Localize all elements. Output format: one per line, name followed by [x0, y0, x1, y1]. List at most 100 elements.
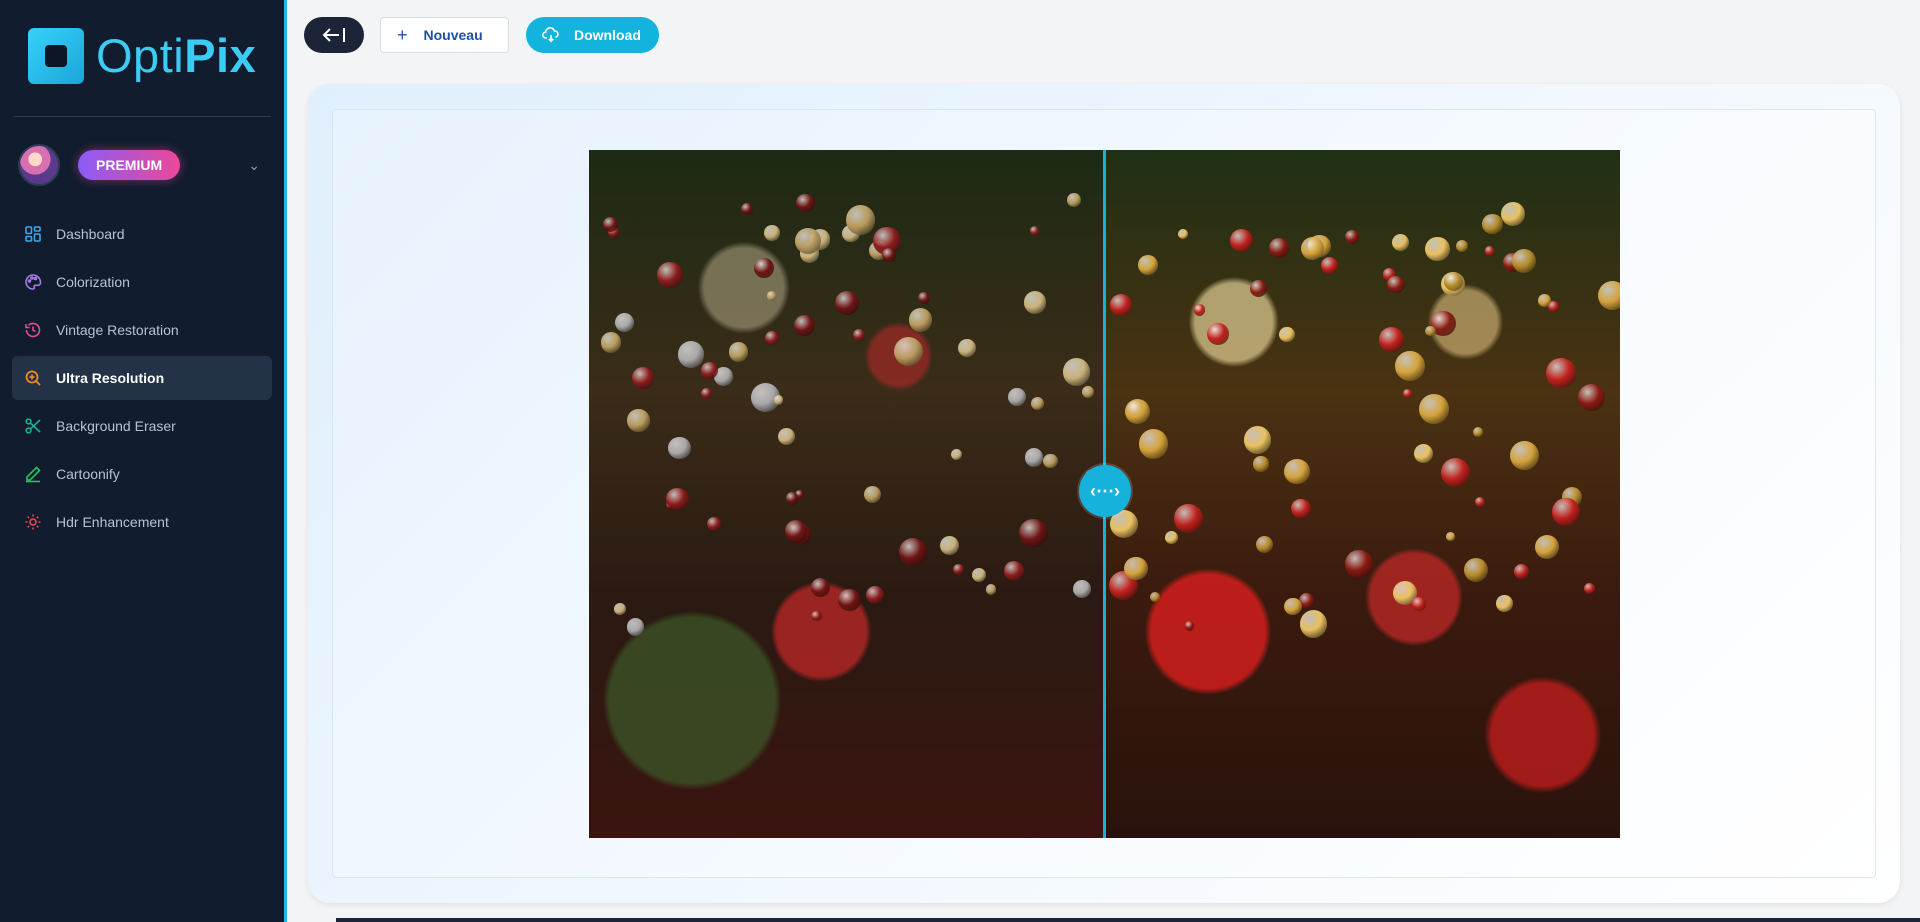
ornament-shape [950, 448, 962, 460]
ornament-shape [794, 315, 816, 337]
ornament-shape [1514, 564, 1530, 580]
sidebar-item-ultra-resolution[interactable]: Ultra Resolution [12, 356, 272, 400]
ornament-shape [773, 395, 783, 405]
brand-name-bold: Pix [184, 29, 257, 82]
sidebar-item-label: Background Eraser [56, 418, 176, 434]
ornament-shape [1207, 323, 1230, 345]
ornament-shape [1345, 550, 1373, 578]
ornament-shape [1402, 389, 1412, 398]
ornament-shape [1425, 236, 1450, 262]
ornament-shape [838, 588, 861, 612]
ornament-shape [1414, 443, 1434, 463]
ornament-shape [1445, 531, 1455, 541]
sidebar-item-label: Cartoonify [56, 466, 120, 482]
ornament-shape [958, 338, 977, 357]
ornament-shape [1495, 594, 1513, 612]
ornament-shape [1125, 399, 1151, 425]
download-button[interactable]: Download [526, 17, 659, 53]
sidebar-item-label: Ultra Resolution [56, 370, 165, 386]
ornament-shape [1062, 358, 1091, 386]
app-name: OptiPix [96, 28, 256, 84]
ornament-shape [777, 427, 796, 446]
brand-name-light: Opti [96, 29, 185, 82]
ornament-shape [614, 603, 626, 616]
ornament-shape [700, 361, 718, 379]
ornament-shape [1109, 293, 1133, 317]
before-image [589, 150, 1105, 838]
ornament-shape [953, 564, 965, 576]
ornament-shape [795, 227, 821, 254]
ornament-shape [908, 307, 933, 332]
sidebar-item-colorization[interactable]: Colorization [12, 260, 272, 304]
pen-icon [24, 465, 42, 483]
sidebar-edge [284, 0, 287, 922]
ornament-shape [1025, 448, 1044, 467]
new-button-label: Nouveau [423, 27, 483, 43]
ornament-shape [1284, 459, 1310, 485]
ornament-shape [811, 610, 822, 622]
ornament-shape [754, 257, 775, 278]
ornament-shape [1029, 226, 1040, 237]
ornament-shape [1023, 291, 1047, 314]
sidebar-item-dashboard[interactable]: Dashboard [12, 212, 272, 256]
ornament-shape [972, 567, 987, 582]
ornament-shape [881, 248, 896, 263]
ornament-shape [707, 516, 722, 531]
logo-mark-icon [28, 28, 84, 84]
app-logo[interactable]: OptiPix [28, 28, 256, 84]
sidebar-item-cartoonify[interactable]: Cartoonify [12, 452, 272, 496]
sidebar-item-label: Hdr Enhancement [56, 514, 169, 530]
sun-icon [24, 513, 42, 531]
history-icon [24, 321, 42, 339]
ornament-shape [917, 292, 930, 305]
ornament-shape [1395, 351, 1425, 382]
sidebar-item-vintage-restoration[interactable]: Vintage Restoration [12, 308, 272, 352]
collapse-sidebar-button[interactable] [304, 17, 364, 53]
ornament-shape [1243, 426, 1272, 454]
cloud-download-icon [542, 27, 559, 43]
arrows-horizontal-icon: ‹⋯› [1090, 480, 1120, 501]
ornament-shape [678, 341, 705, 368]
ornament-shape [764, 225, 780, 241]
ornament-shape [1484, 246, 1494, 256]
ornament-shape [1250, 279, 1267, 297]
ornament-shape [615, 313, 634, 332]
sidebar-item-background-eraser[interactable]: Background Eraser [12, 404, 272, 448]
ornament-shape [1031, 397, 1045, 411]
ornament-shape [1473, 426, 1484, 437]
grid-icon [24, 225, 42, 243]
zoom-in-icon [24, 369, 42, 387]
ornament-shape [1124, 556, 1148, 580]
ornament-shape [985, 584, 997, 596]
ornament-shape [1412, 597, 1426, 611]
comparison-slider-handle[interactable]: ‹⋯› [1079, 465, 1131, 517]
before-after-comparison[interactable]: ‹⋯› [589, 150, 1620, 838]
ornament-shape [1256, 535, 1274, 553]
ornament-shape [765, 331, 780, 346]
ornament-shape [1268, 237, 1290, 258]
user-menu[interactable]: PREMIUM ⌄ [18, 143, 268, 187]
ornament-shape [632, 367, 654, 390]
avatar[interactable] [18, 144, 60, 186]
ornament-shape [1392, 233, 1410, 251]
ornament-shape [1475, 496, 1486, 508]
after-image [1105, 150, 1620, 838]
ornament-shape [1344, 229, 1360, 244]
ornament-shape [1482, 214, 1503, 235]
ornament-shape [1537, 294, 1551, 307]
ornament-shape [1387, 275, 1405, 294]
ornament-shape [1418, 394, 1449, 425]
premium-badge: PREMIUM [78, 150, 181, 180]
ornament-shape [893, 336, 923, 366]
ornament-shape [865, 586, 884, 605]
ornament-shape [1184, 621, 1195, 631]
ornament-shape [1177, 229, 1188, 240]
chevron-down-icon[interactable]: ⌄ [248, 157, 260, 174]
ornament-shape [1379, 327, 1405, 353]
ornament-shape [1425, 325, 1436, 337]
new-button[interactable]: + Nouveau [380, 17, 509, 53]
ornament-shape [1597, 280, 1620, 311]
ornament-shape [784, 520, 808, 543]
sidebar-item-hdr-enhancement[interactable]: Hdr Enhancement [12, 500, 272, 544]
sidebar-nav: Dashboard Colorization Vintage Restorati… [12, 212, 272, 548]
